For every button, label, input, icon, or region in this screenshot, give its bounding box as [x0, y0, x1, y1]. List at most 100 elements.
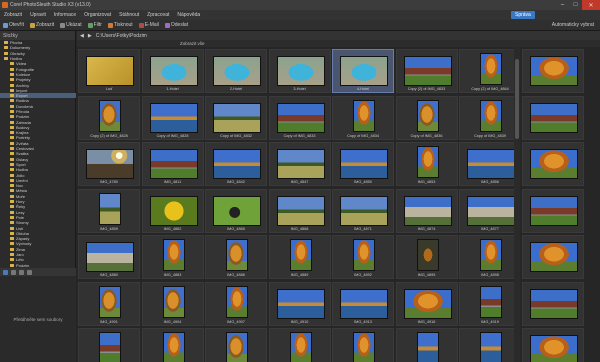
thumbnail-item[interactable]: IMG_4928 — [205, 328, 267, 362]
forward-icon[interactable]: ▶ — [88, 33, 92, 39]
mode-manage-tab[interactable]: Správa — [511, 11, 535, 19]
thumbnail-item[interactable]: IMG_4889 — [268, 235, 331, 279]
folder-icon — [4, 51, 8, 55]
thumbnail-item[interactable]: IMG_4907 — [205, 281, 267, 326]
thumbnail-image — [416, 239, 439, 271]
thumbnail-item[interactable]: IMG_4901 — [78, 281, 140, 326]
thumbnail-item[interactable] — [522, 95, 584, 140]
menu-item[interactable]: Zpracovat — [143, 12, 173, 18]
thumbnail-item[interactable]: 4-Hotel — [332, 49, 394, 93]
thumbnail-item[interactable]: Copy (2) of IMG_4864 — [459, 49, 514, 93]
thumbnail-item[interactable]: IMG_4892 — [332, 235, 394, 279]
thumbnail-image — [99, 192, 121, 225]
thumbnail-item[interactable]: Copy (2) of IMG_4828 — [78, 95, 140, 140]
thumbnail-item[interactable] — [522, 188, 584, 233]
thumbnail-item[interactable]: IMG_4865 — [205, 188, 267, 233]
thumbnail-item[interactable]: IMG_4886 — [205, 235, 267, 279]
filter-label[interactable]: Zobrazit vše — [180, 41, 205, 46]
thumbnail-caption: Loď — [105, 87, 113, 91]
toolbar-button[interactable]: Tisknout — [105, 22, 136, 28]
thumbnail-item[interactable]: IMG_4910 — [268, 281, 331, 326]
folders-header: Složky — [0, 31, 75, 40]
thumbnail-caption: Copy (2) of IMG_4828 — [90, 133, 128, 138]
thumbnail-item[interactable]: IMG_4925 — [141, 328, 204, 362]
toolbar-button[interactable]: E-Mail — [136, 22, 162, 28]
thumbnail-item[interactable]: 3-Hotel — [268, 49, 331, 93]
thumbnail-item[interactable] — [522, 281, 584, 326]
thumbnail-item[interactable]: Copy (2) of IMG_4833 — [395, 49, 458, 93]
thumbnail-item[interactable]: IMG_4859 — [78, 188, 140, 233]
thumbnail-item[interactable]: IMG_4877 — [459, 188, 514, 233]
toolbar-button[interactable]: Zobrazit — [27, 22, 57, 28]
folders-tab[interactable]: Složky — [3, 33, 18, 39]
thumbnail-item[interactable]: IMG_4934 — [332, 328, 394, 362]
thumbnail-item[interactable]: IMG_4874 — [395, 188, 458, 233]
thumbnail-item[interactable]: IMG_4940 — [459, 328, 514, 362]
toolbar-button[interactable]: Ukázat — [57, 22, 85, 28]
maximize-button[interactable]: □ — [569, 0, 582, 10]
thumbnail-item[interactable]: IMG_4842 — [205, 142, 267, 186]
scroll-thumb[interactable] — [515, 59, 519, 139]
thumbnail-item[interactable]: Copy of IMG_4834 — [332, 95, 394, 140]
thumbnail-item[interactable]: IMG_4913 — [332, 281, 394, 326]
thumbnail-item[interactable]: IMG_4862 — [141, 188, 204, 233]
new-folder-icon[interactable] — [3, 269, 8, 275]
auto-select-label[interactable]: Automaticky vybrat — [549, 22, 600, 28]
thumbnail-item[interactable]: IMG_4895 — [395, 235, 458, 279]
folder-label: Obloha — [16, 230, 29, 236]
thumbnail-item[interactable]: IMG_4853 — [395, 142, 458, 186]
thumbnail-item[interactable] — [522, 235, 584, 279]
back-icon[interactable]: ◀ — [80, 33, 84, 39]
thumbnail-image — [276, 56, 325, 86]
thumbnail-item[interactable]: IMG_4931 — [268, 328, 331, 362]
thumbnail-item[interactable]: IMG_4868 — [268, 188, 331, 233]
toolbar-button[interactable]: Filtr — [85, 22, 105, 28]
menu-item[interactable]: Organizovat — [80, 12, 115, 18]
close-button[interactable]: ✕ — [582, 0, 600, 10]
thumbnail-item[interactable]: IMG_4937 — [395, 328, 458, 362]
thumbnail-item[interactable]: 1-Hotel — [141, 49, 204, 93]
list-icon[interactable] — [19, 269, 24, 275]
thumbnail-image — [480, 332, 502, 362]
drop-area[interactable]: Přetáhněte sem soubory — [0, 276, 76, 362]
toolbar-button[interactable]: Otevřít — [0, 22, 27, 28]
thumbnail-item[interactable]: Loď — [78, 49, 140, 93]
thumbnail-item[interactable]: IMG_4904 — [141, 281, 204, 326]
thumbnail-caption: IMG_4910 — [290, 319, 309, 324]
thumbnail-item[interactable]: Copy of IMG_4828 — [141, 95, 204, 140]
thumbnail-item[interactable]: Copy of IMG_4836 — [395, 95, 458, 140]
thumbnail-image — [530, 56, 578, 86]
delete-icon[interactable] — [27, 269, 32, 275]
toolbar-button[interactable]: Odeslat — [162, 22, 191, 28]
minimize-button[interactable]: – — [556, 0, 569, 10]
thumbnail-item[interactable]: Copy of IMG_4832 — [205, 95, 267, 140]
thumbnail-image — [226, 332, 248, 362]
thumbnail-item[interactable]: IMG_4871 — [332, 188, 394, 233]
menu-item[interactable]: Stáhnout — [115, 12, 143, 18]
menu-item[interactable]: Informace — [50, 12, 80, 18]
thumbnail-item[interactable]: IMG_4780 — [78, 142, 140, 186]
thumbnail-item[interactable]: 2-Hotel — [205, 49, 267, 93]
folder-tree-item[interactable]: Podzim — [0, 262, 76, 267]
menu-item[interactable]: Nápověda — [173, 12, 204, 18]
thumbnail-item[interactable] — [522, 328, 584, 362]
thumbnail-item[interactable]: IMG_4811 — [141, 142, 204, 186]
thumbnail-item[interactable]: IMG_4916 — [395, 281, 458, 326]
thumbnail-item[interactable]: IMG_4883 — [141, 235, 204, 279]
folder-icon[interactable] — [11, 269, 16, 275]
thumbnail-item[interactable]: IMG_4850 — [332, 142, 394, 186]
thumbnail-item[interactable]: IMG_4898 — [459, 235, 514, 279]
thumbnail-item[interactable]: IMG_4922 — [78, 328, 140, 362]
thumbnail-item[interactable]: IMG_4919 — [459, 281, 514, 326]
thumbnail-item[interactable]: IMG_4880 — [78, 235, 140, 279]
thumbnail-item[interactable]: Copy of IMG_4839 — [459, 95, 514, 140]
path-text[interactable]: C:\Users\Fotky\Podzim — [96, 33, 147, 39]
thumbnail-item[interactable] — [522, 142, 584, 186]
menu-item[interactable]: Upravit — [26, 12, 50, 18]
folder-label: Zima — [16, 246, 25, 252]
thumbnail-item[interactable]: IMG_4847 — [268, 142, 331, 186]
thumbnail-item[interactable]: IMG_4856 — [459, 142, 514, 186]
thumbnail-item[interactable] — [522, 49, 584, 93]
menu-item[interactable]: Zobrazit — [0, 12, 26, 18]
thumbnail-item[interactable]: Copy of IMG_4833 — [268, 95, 331, 140]
